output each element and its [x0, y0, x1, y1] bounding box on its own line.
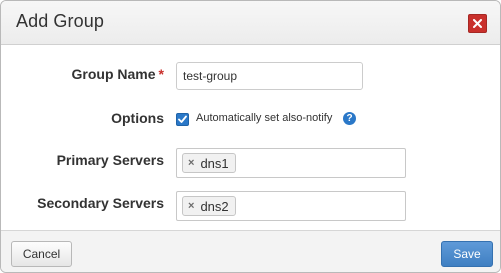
tag-remove-icon[interactable]: × [188, 200, 194, 212]
server-tag: × dns1 [182, 153, 236, 173]
tag-remove-icon[interactable]: × [188, 157, 194, 169]
tag-text: dns1 [200, 155, 229, 171]
cancel-button[interactable]: Cancel [11, 241, 72, 267]
required-marker: * [158, 66, 164, 82]
group-name-input[interactable] [176, 62, 363, 90]
secondary-servers-input[interactable]: × dns2 [176, 191, 406, 221]
save-button[interactable]: Save [441, 241, 493, 267]
add-group-dialog: Add Group Group Name* Options Automatica… [0, 0, 501, 273]
dialog-header: Add Group [1, 1, 500, 45]
primary-servers-input[interactable]: × dns1 [176, 148, 406, 178]
options-label: Options [111, 110, 164, 126]
dialog-footer: Cancel Save [1, 230, 500, 272]
checkmark-icon [178, 115, 187, 123]
dialog-title: Add Group [16, 11, 104, 31]
group-name-label-text: Group Name [71, 66, 156, 82]
close-icon [473, 19, 482, 28]
question-circle-icon[interactable]: ? [343, 112, 356, 125]
also-notify-label[interactable]: Automatically set also-notify [196, 112, 332, 124]
server-tag: × dns2 [182, 196, 236, 216]
close-button[interactable] [468, 14, 487, 33]
primary-servers-label: Primary Servers [56, 152, 164, 168]
also-notify-checkbox[interactable] [176, 113, 189, 126]
secondary-servers-label: Secondary Servers [37, 195, 164, 211]
group-name-label: Group Name * [72, 66, 164, 82]
tag-text: dns2 [200, 198, 229, 214]
